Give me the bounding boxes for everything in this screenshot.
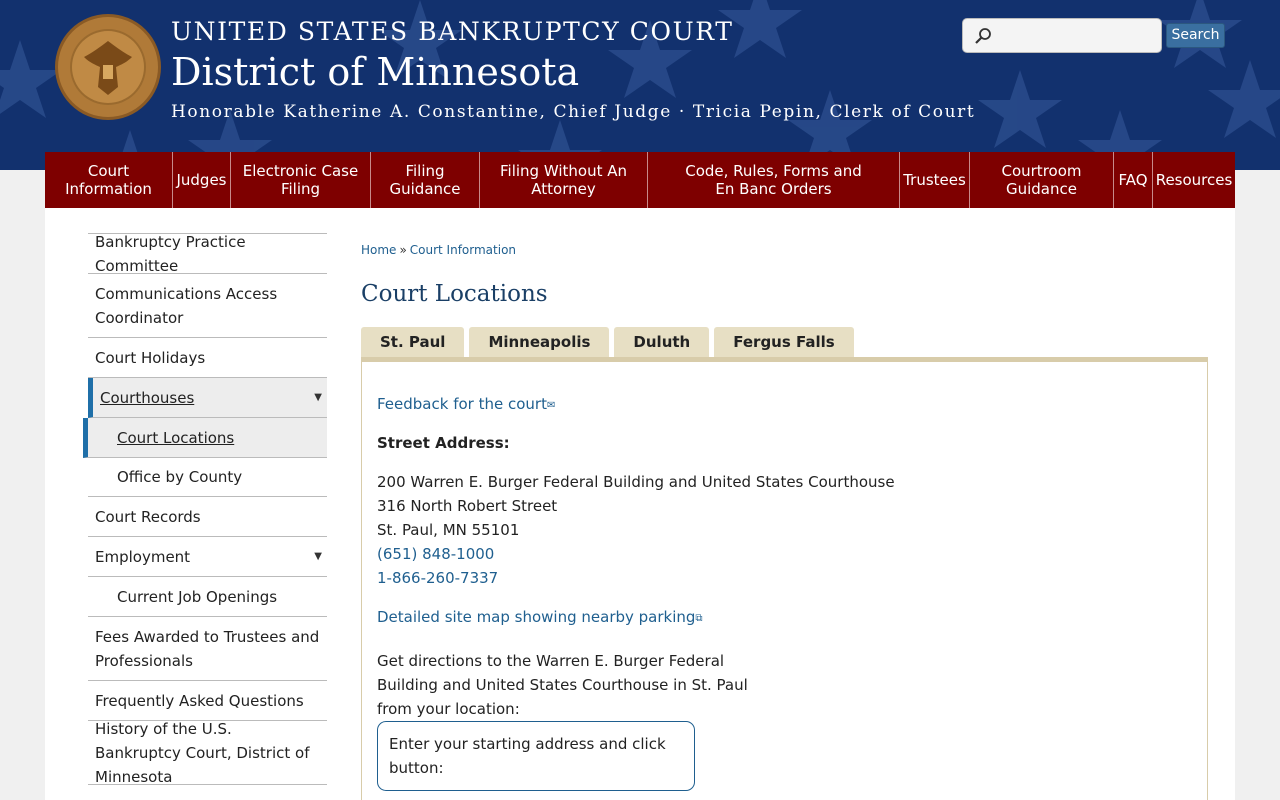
street-address-label: Street Address:	[377, 434, 510, 452]
breadcrumb: Home» Court Information	[361, 243, 516, 257]
sidebar-item-label: Employment	[95, 547, 191, 566]
nav-label: Filing Without An Attorney	[500, 162, 627, 198]
nav-label: Judges	[176, 171, 227, 189]
search-icon	[975, 28, 991, 44]
location-tabs: St. Paul Minneapolis Duluth Fergus Falls	[361, 327, 859, 357]
court-seal-icon	[55, 14, 161, 120]
sidebar-item-label: Court Records	[95, 507, 201, 526]
site-map-link[interactable]: Detailed site map showing nearby parking…	[377, 605, 703, 631]
nav-item-faq[interactable]: FAQ	[1114, 152, 1153, 208]
tab-duluth[interactable]: Duluth	[614, 327, 710, 357]
sidebar-item-label: History of the U.S. Bankruptcy Court, Di…	[95, 719, 310, 786]
nav-label: Resources	[1155, 171, 1233, 189]
sidebar-item-court-records[interactable]: Court Records	[88, 497, 327, 537]
main-nav: Court Information Judges Electronic Case…	[45, 152, 1235, 208]
external-link-icon: ⧉	[695, 613, 703, 624]
tab-fergus-falls[interactable]: Fergus Falls	[714, 327, 854, 357]
court-name: UNITED STATES BANKRUPTCY COURT	[171, 17, 734, 46]
sidebar-item-employment[interactable]: Employment ▼	[88, 537, 327, 577]
sidebar-item-fees-awarded[interactable]: Fees Awarded to Trustees and Professiona…	[88, 617, 327, 681]
sidebar-item-courthouses[interactable]: Courthouses ▼	[88, 378, 327, 418]
nav-item-resources[interactable]: Resources	[1153, 152, 1235, 208]
directions-line-1: Get directions to the Warren E. Burger F…	[377, 652, 725, 670]
address-line-2: 316 North Robert Street	[377, 497, 558, 515]
sidebar-item-history[interactable]: History of the U.S. Bankruptcy Court, Di…	[88, 720, 327, 786]
nav-label: Court Information	[65, 162, 152, 198]
caret-down-icon[interactable]: ▼	[314, 545, 322, 569]
sidebar-item-bankruptcy-practice-committee[interactable]: Bankruptcy Practice Committee	[88, 233, 327, 275]
nav-label: FAQ	[1118, 171, 1148, 189]
search-button[interactable]: Search	[1166, 23, 1225, 48]
phone-link-1[interactable]: (651) 848-1000	[377, 542, 494, 566]
sidebar-item-office-by-county[interactable]: Office by County	[88, 458, 327, 497]
nav-label: Filing Guidance	[389, 162, 461, 198]
sidebar-item-court-holidays[interactable]: Court Holidays	[88, 338, 327, 378]
sidebar-item-label: Court Locations	[117, 428, 235, 447]
nav-item-court-information[interactable]: Court Information	[45, 152, 173, 208]
nav-item-judges[interactable]: Judges	[173, 152, 231, 208]
site-map-link-text: Detailed site map showing nearby parking	[377, 608, 696, 626]
breadcrumb-separator: »	[399, 243, 407, 257]
site-header: UNITED STATES BANKRUPTCY COURT District …	[0, 0, 1280, 170]
nav-label: Trustees	[903, 171, 966, 189]
tab-minneapolis[interactable]: Minneapolis	[469, 327, 610, 357]
sidebar-item-label: Office by County	[117, 468, 243, 486]
sidebar-nav: Bankruptcy Practice Committee Communicat…	[83, 233, 327, 786]
nav-item-filing-guidance[interactable]: Filing Guidance	[371, 152, 480, 208]
sidebar-item-label: Frequently Asked Questions	[95, 691, 304, 710]
nav-item-electronic-case-filing[interactable]: Electronic Case Filing	[231, 152, 371, 208]
address-line-1: 200 Warren E. Burger Federal Building an…	[377, 473, 895, 491]
sidebar-item-label: Court Holidays	[95, 348, 206, 367]
breadcrumb-current[interactable]: Court Information	[410, 243, 516, 257]
nav-item-filing-without-attorney[interactable]: Filing Without An Attorney	[480, 152, 648, 208]
nav-label: Courtroom Guidance	[1001, 162, 1082, 198]
nav-item-code-rules-forms[interactable]: Code, Rules, Forms and En Banc Orders	[648, 152, 900, 208]
feedback-link-text: Feedback for the court	[377, 395, 547, 413]
sidebar-item-faq[interactable]: Frequently Asked Questions	[88, 681, 327, 721]
nav-item-courtroom-guidance[interactable]: Courtroom Guidance	[970, 152, 1114, 208]
phone-link-2[interactable]: 1-866-260-7337	[377, 566, 498, 590]
sidebar-item-label: Current Job Openings	[117, 587, 278, 606]
district-name: District of Minnesota	[171, 50, 580, 94]
directions-line-2: Building and United States Courthouse in…	[377, 676, 748, 694]
starting-address-box[interactable]: Enter your starting address and click bu…	[377, 721, 695, 791]
nav-label: Code, Rules, Forms and En Banc Orders	[685, 162, 862, 198]
starting-address-prompt: Enter your starting address and click bu…	[389, 735, 666, 777]
sidebar-item-current-job-openings[interactable]: Current Job Openings	[88, 577, 327, 617]
sidebar-item-court-locations[interactable]: Court Locations	[83, 418, 327, 458]
directions-line-3: from your location:	[377, 700, 520, 718]
mail-icon: ✉	[546, 400, 556, 411]
tab-st-paul[interactable]: St. Paul	[361, 327, 465, 357]
nav-label: Electronic Case Filing	[242, 162, 359, 198]
sidebar-item-label: Courthouses	[100, 388, 195, 407]
sidebar-item-label: Bankruptcy Practice Committee	[95, 232, 246, 275]
nav-item-trustees[interactable]: Trustees	[900, 152, 970, 208]
caret-down-icon[interactable]: ▼	[314, 386, 322, 410]
sidebar-item-label: Fees Awarded to Trustees and Professiona…	[95, 627, 320, 670]
search-input[interactable]	[962, 18, 1162, 53]
page-title: Court Locations	[361, 281, 548, 307]
sidebar-item-label: Communications Access Coordinator	[95, 284, 278, 327]
breadcrumb-home[interactable]: Home	[361, 243, 396, 257]
sidebar-item-communications-access[interactable]: Communications Access Coordinator	[88, 274, 327, 338]
feedback-link[interactable]: Feedback for the court✉	[377, 392, 555, 418]
judges-line: Honorable Katherine A. Constantine, Chie…	[171, 102, 976, 122]
address-line-3: St. Paul, MN 55101	[377, 521, 520, 539]
